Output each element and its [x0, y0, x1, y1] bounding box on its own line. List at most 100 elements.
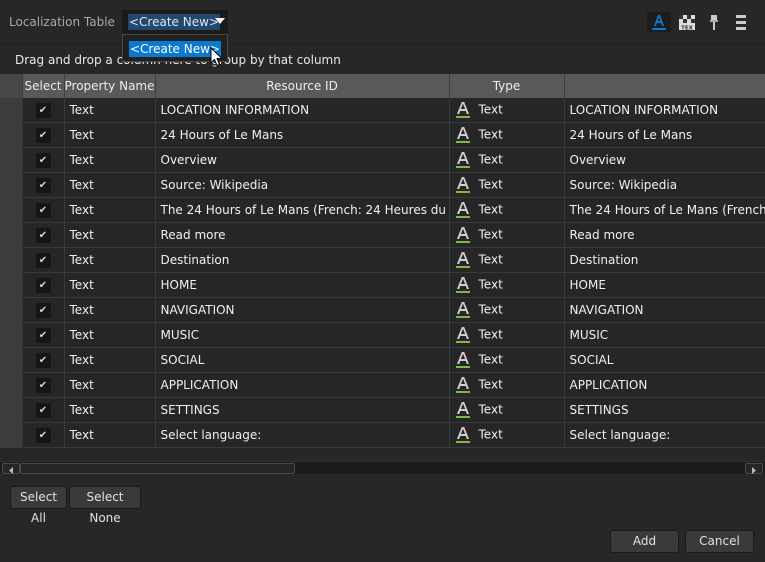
text-type-icon: [455, 151, 471, 169]
table-row[interactable]: ✔ Text Select language: Text Select language…: [0, 422, 765, 448]
row-checkbox[interactable]: ✔: [35, 302, 51, 318]
value-cell: HOME: [564, 272, 765, 298]
select-cell[interactable]: ✔: [22, 272, 65, 298]
row-checkbox[interactable]: ✔: [35, 352, 51, 368]
property-name-cell: Text: [64, 172, 156, 198]
property-name-cell: Text: [64, 98, 156, 123]
row-header[interactable]: [0, 197, 23, 223]
row-header[interactable]: [0, 98, 23, 123]
type-cell: Text: [449, 147, 565, 173]
value-cell: SETTINGS: [564, 397, 765, 423]
row-header[interactable]: [0, 172, 23, 198]
row-header[interactable]: [0, 222, 23, 248]
type-label: Text: [478, 327, 503, 342]
scroll-left-button[interactable]: [2, 463, 20, 474]
table-row[interactable]: ✔ Text MUSIC Text MUSIC: [0, 322, 765, 348]
select-none-button[interactable]: Select None: [69, 486, 141, 525]
text-type-icon: [455, 376, 471, 394]
row-checkbox[interactable]: ✔: [35, 152, 51, 168]
select-cell[interactable]: ✔: [22, 147, 65, 173]
scroll-right-button[interactable]: [745, 463, 763, 474]
row-header[interactable]: [0, 247, 23, 273]
row-checkbox[interactable]: ✔: [35, 127, 51, 143]
row-header[interactable]: [0, 322, 23, 348]
text-type-icon: [455, 226, 471, 244]
type-cell: Text: [449, 197, 565, 223]
value-cell: 24 Hours of Le Mans: [564, 122, 765, 148]
resource-id-cell: LOCATION INFORMATION: [155, 98, 450, 123]
column-header-select[interactable]: Select: [22, 74, 65, 98]
row-checkbox[interactable]: ✔: [35, 427, 51, 443]
row-header[interactable]: [0, 272, 23, 298]
localization-table-label: Localization Table: [9, 15, 115, 29]
select-cell[interactable]: ✔: [22, 347, 65, 373]
horizontal-scrollbar[interactable]: [0, 461, 765, 474]
group-by-panel[interactable]: Drag and drop a column here to group by …: [0, 45, 765, 73]
row-checkbox[interactable]: ✔: [35, 252, 51, 268]
type-cell: Text: [449, 122, 565, 148]
select-cell[interactable]: ✔: [22, 372, 65, 398]
select-cell[interactable]: ✔: [22, 197, 65, 223]
value-cell: SOCIAL: [564, 347, 765, 373]
table-row[interactable]: ✔ Text NAVIGATION Text NAVIGATION: [0, 297, 765, 323]
texture-icon[interactable]: TEX: [675, 12, 699, 32]
column-header-property-name[interactable]: Property Name: [64, 74, 156, 98]
text-type-icon: [455, 251, 471, 269]
table-row[interactable]: ✔ Text Source: Wikipedia Text Source: Wikipe…: [0, 172, 765, 198]
select-cell[interactable]: ✔: [22, 98, 65, 123]
add-button[interactable]: Add: [610, 530, 679, 553]
row-checkbox[interactable]: ✔: [35, 102, 51, 118]
grid-header-row: Select Property Name Resource ID Type: [0, 74, 765, 98]
table-row[interactable]: ✔ Text Read more Text Read more: [0, 222, 765, 248]
cancel-button[interactable]: Cancel: [685, 530, 754, 553]
row-header[interactable]: [0, 347, 23, 373]
table-row[interactable]: ✔ Text Overview Text Overview: [0, 147, 765, 173]
row-checkbox[interactable]: ✔: [35, 377, 51, 393]
value-cell: Destination: [564, 247, 765, 273]
combo-selected-value: <Create New>: [128, 14, 220, 30]
row-header[interactable]: [0, 297, 23, 323]
row-checkbox[interactable]: ✔: [35, 277, 51, 293]
table-row[interactable]: ✔ Text LOCATION INFORMATION Text LOCATION IN…: [0, 98, 765, 123]
select-cell[interactable]: ✔: [22, 297, 65, 323]
row-checkbox[interactable]: ✔: [35, 327, 51, 343]
table-row[interactable]: ✔ Text The 24 Hours of Le Mans (French: 24…: [0, 197, 765, 223]
table-row[interactable]: ✔ Text HOME Text HOME: [0, 272, 765, 298]
select-cell[interactable]: ✔: [22, 397, 65, 423]
row-header[interactable]: [0, 397, 23, 423]
row-header[interactable]: [0, 122, 23, 148]
table-row[interactable]: ✔ Text SOCIAL Text SOCIAL: [0, 347, 765, 373]
select-cell[interactable]: ✔: [22, 222, 65, 248]
row-header-corner: [0, 74, 23, 98]
table-row[interactable]: ✔ Text APPLICATION Text APPLICATION: [0, 372, 765, 398]
row-checkbox[interactable]: ✔: [35, 177, 51, 193]
chevron-down-icon[interactable]: [215, 18, 225, 24]
select-cell[interactable]: ✔: [22, 172, 65, 198]
table-row[interactable]: ✔ Text Destination Text Destination: [0, 247, 765, 273]
select-cell[interactable]: ✔: [22, 247, 65, 273]
row-checkbox[interactable]: ✔: [35, 402, 51, 418]
text-resource-icon[interactable]: [647, 12, 671, 32]
select-cell[interactable]: ✔: [22, 422, 65, 448]
select-cell[interactable]: ✔: [22, 322, 65, 348]
localization-table-combobox[interactable]: <Create New>: [122, 10, 228, 34]
row-checkbox[interactable]: ✔: [35, 227, 51, 243]
row-header[interactable]: [0, 422, 23, 448]
select-cell[interactable]: ✔: [22, 122, 65, 148]
scrollbar-thumb[interactable]: [20, 463, 295, 474]
row-header[interactable]: [0, 372, 23, 398]
menu-icon[interactable]: [729, 12, 753, 32]
table-row[interactable]: ✔ Text 24 Hours of Le Mans Text 24 Hours of …: [0, 122, 765, 148]
row-header[interactable]: [0, 147, 23, 173]
select-all-button[interactable]: Select All: [10, 486, 67, 525]
type-cell: Text: [449, 172, 565, 198]
row-checkbox[interactable]: ✔: [35, 202, 51, 218]
value-cell: The 24 Hours of Le Mans (French: 24: [564, 197, 765, 223]
brush-icon[interactable]: [702, 12, 726, 32]
type-cell: Text: [449, 372, 565, 398]
column-header-resource-id[interactable]: Resource ID: [155, 74, 450, 98]
column-header-type[interactable]: Type: [449, 74, 565, 98]
column-header-value[interactable]: [564, 74, 765, 98]
dropdown-option-create-new[interactable]: <Create New>: [129, 41, 221, 57]
table-row[interactable]: ✔ Text SETTINGS Text SETTINGS: [0, 397, 765, 423]
